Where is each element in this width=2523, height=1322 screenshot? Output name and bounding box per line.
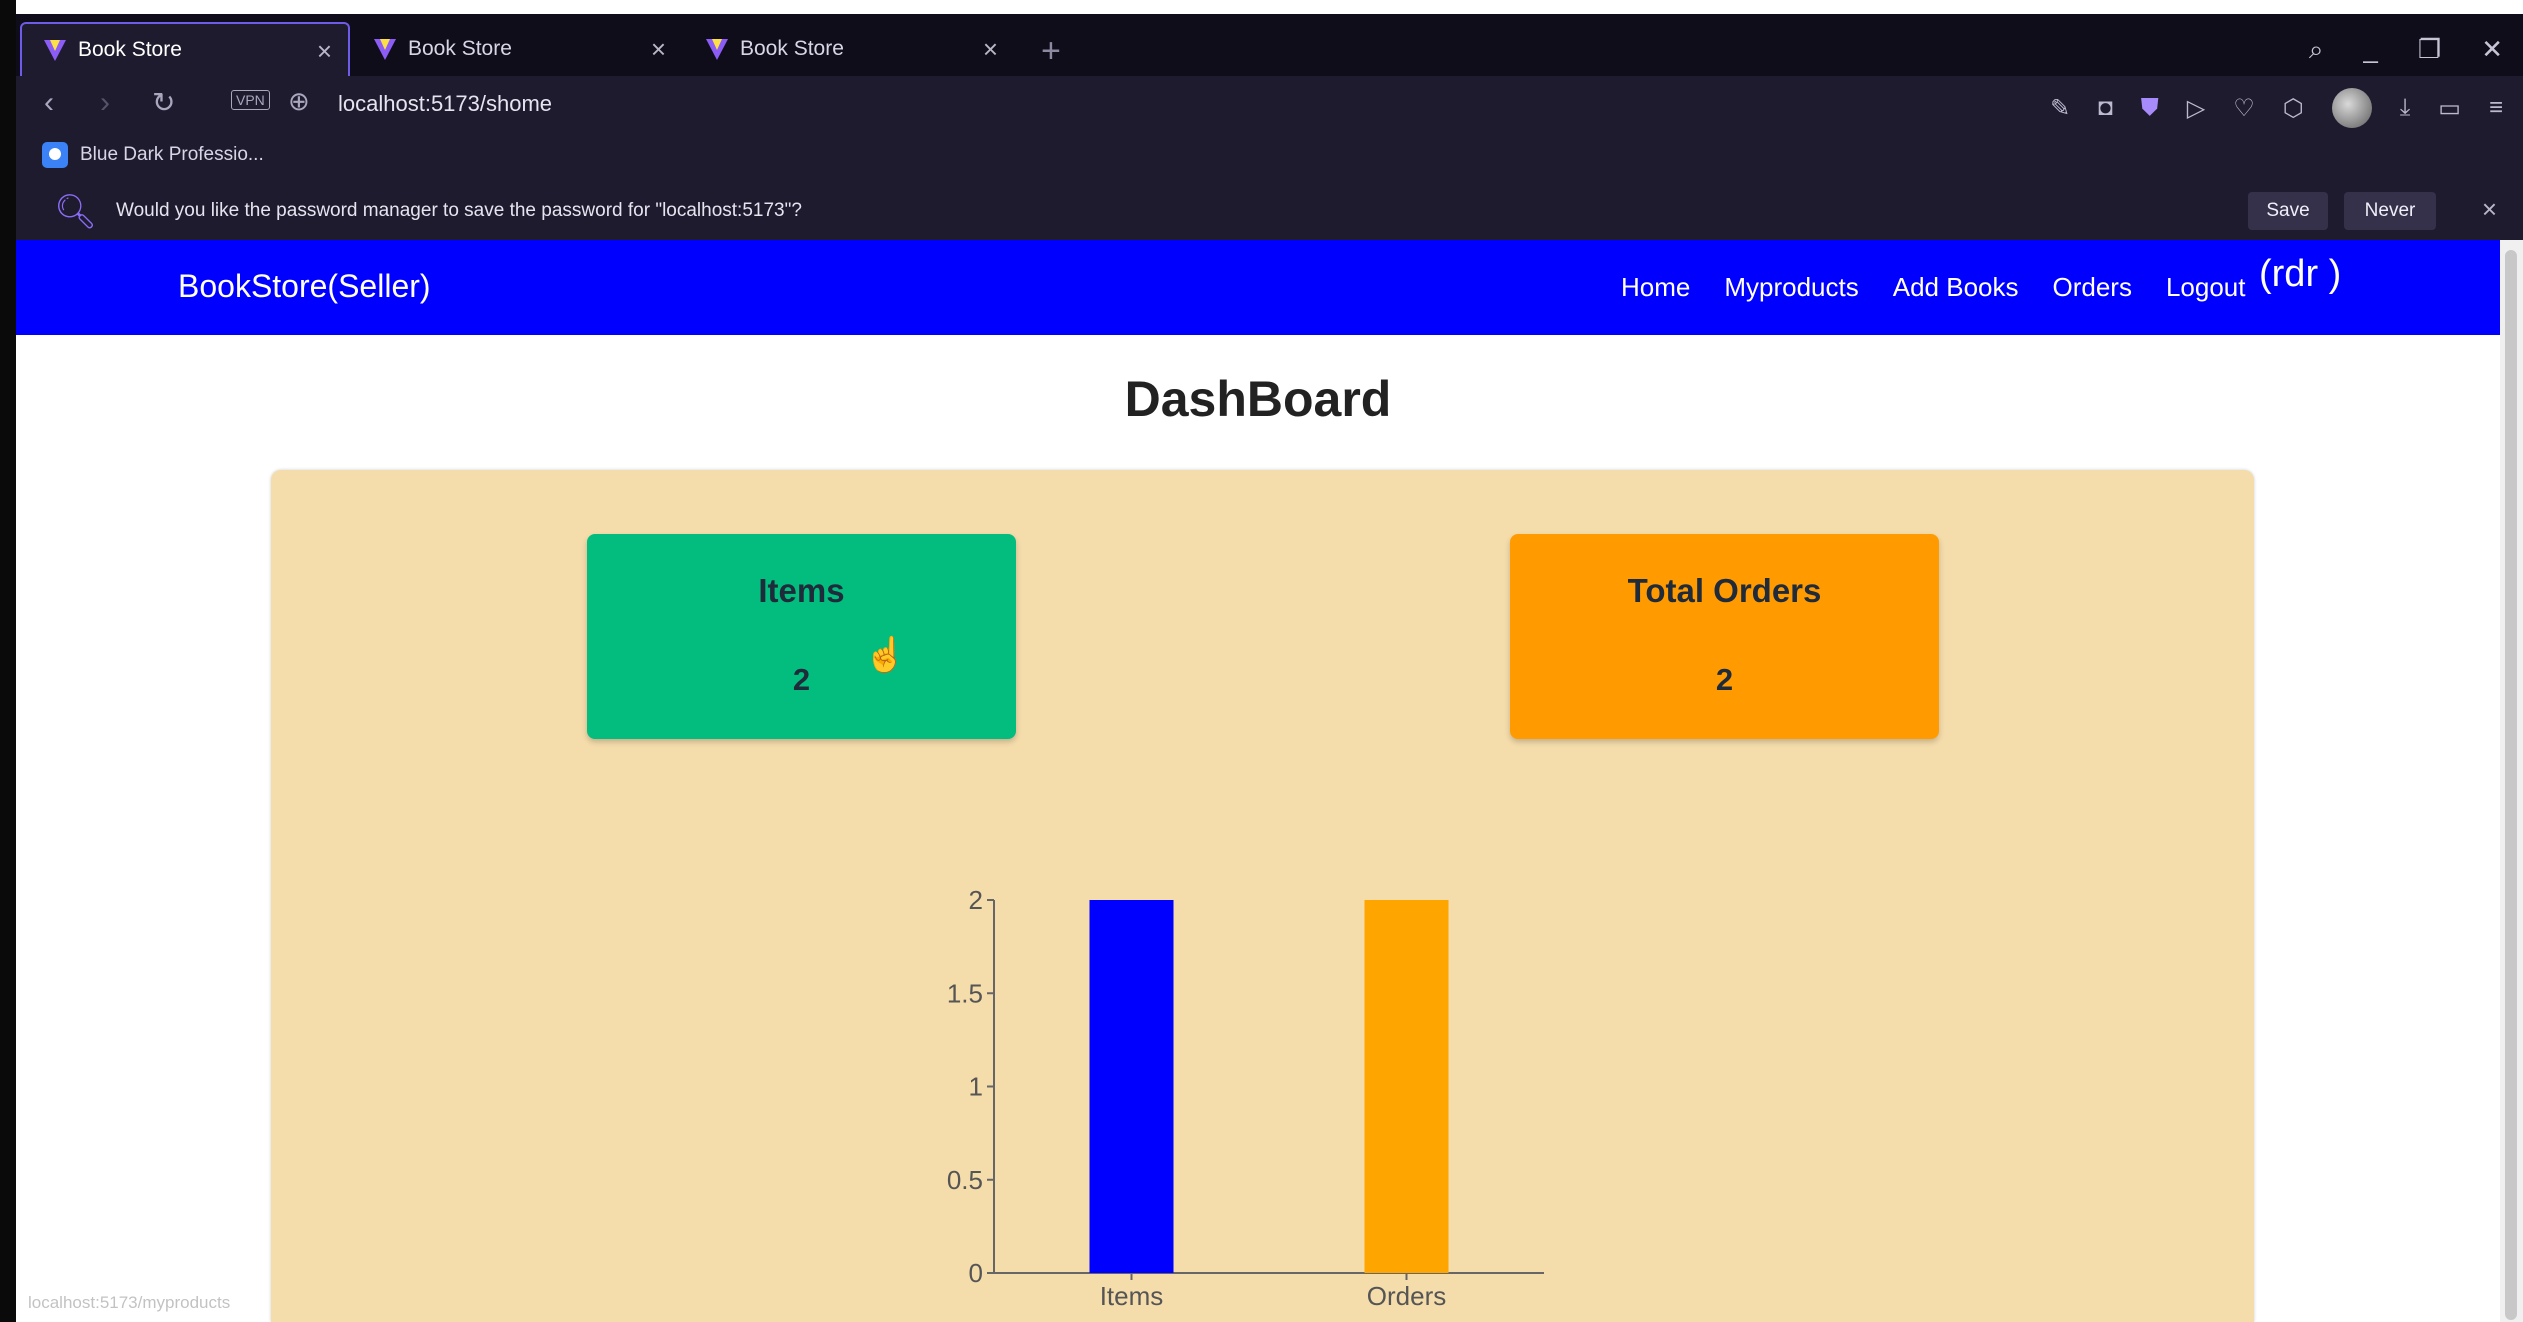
orders-card: Total Orders 2 — [1510, 534, 1939, 739]
password-prompt-text: Would you like the password manager to s… — [116, 200, 802, 221]
never-save-button[interactable]: Never — [2344, 192, 2436, 230]
tab-close-icon[interactable]: × — [317, 36, 332, 67]
new-tab-icon[interactable]: + — [1041, 32, 1061, 71]
bar-orders — [1364, 900, 1449, 1273]
bookmark-favicon-icon — [42, 142, 68, 168]
restore-icon[interactable]: ❐ — [2418, 34, 2441, 66]
y-tick-label: 2 — [969, 885, 983, 915]
vite-favicon-icon — [372, 36, 398, 62]
tab-title: Book Store — [740, 37, 844, 60]
orders-card-value: 2 — [1715, 662, 1734, 697]
hand-cursor-icon: ☝ — [864, 636, 907, 674]
nav-logout[interactable]: Logout — [2166, 272, 2246, 303]
bar-items — [1089, 900, 1174, 1273]
extensions-icon[interactable]: ⬡ — [2283, 94, 2304, 123]
shield-icon[interactable]: ⛊ — [2141, 94, 2159, 122]
site-info-icon[interactable]: ⊕ — [288, 86, 310, 117]
bookmark-item[interactable]: Blue Dark Professio... — [42, 142, 264, 168]
bar-chart-svg: 0 0.5 1 1.5 2 Items Orders — [947, 885, 1544, 1311]
edit-icon[interactable]: ✎ — [2050, 94, 2070, 123]
tab-close-icon[interactable]: × — [983, 34, 998, 65]
vpn-badge[interactable]: VPN — [231, 90, 270, 110]
nav-links: Home Myproducts Add Books Orders Logout — [1621, 272, 2246, 303]
dashboard-bar-chart: 0 0.5 1 1.5 2 Items Orders — [920, 880, 1560, 1322]
items-card: Items 2 — [587, 534, 1016, 739]
download-icon[interactable]: ⤓ — [2400, 94, 2411, 122]
close-icon[interactable]: × — [2482, 194, 2497, 225]
reload-icon[interactable]: ↻ — [152, 86, 175, 119]
y-tick-label: 1.5 — [947, 978, 983, 1008]
save-password-button[interactable]: Save — [2248, 192, 2328, 230]
scrollbar-thumb[interactable] — [2505, 250, 2517, 1320]
x-tick-label: Orders — [1367, 1281, 1446, 1311]
tab-book-store-2[interactable]: Book Store × — [352, 22, 682, 76]
minimize-icon[interactable]: _ — [2363, 34, 2377, 66]
nav-home[interactable]: Home — [1621, 272, 1690, 303]
back-icon[interactable]: ‹ — [44, 86, 54, 120]
y-tick-label: 0 — [969, 1258, 983, 1288]
vite-favicon-icon — [704, 36, 730, 62]
window-top-edge — [0, 0, 2523, 14]
tab-title: Book Store — [78, 38, 182, 61]
close-window-icon[interactable]: ✕ — [2481, 34, 2503, 66]
address-input[interactable]: localhost:5173/shome — [338, 91, 552, 117]
brand-title[interactable]: BookStore(Seller) — [178, 268, 431, 305]
camera-icon[interactable]: ◘ — [2098, 94, 2113, 122]
key-icon: 🔍︎ — [54, 193, 98, 231]
x-tick-label: Items — [1100, 1281, 1164, 1311]
heart-icon[interactable]: ♡ — [2233, 94, 2255, 123]
forward-icon[interactable]: › — [100, 86, 110, 120]
send-icon[interactable]: ▷ — [2187, 94, 2205, 123]
items-card-title: Items — [758, 572, 845, 609]
page-scrollbar[interactable] — [2500, 240, 2523, 1322]
window-left-edge — [0, 0, 16, 1322]
address-bar-row: ‹ › ↻ VPN ⊕ localhost:5173/shome ✎ ◘ ⛊ ▷… — [16, 76, 2523, 132]
window-controls: ⌕ _ ❐ ✕ — [2309, 34, 2503, 66]
tab-book-store-1[interactable]: Book Store × — [20, 22, 350, 76]
tab-book-store-3[interactable]: Book Store × — [684, 22, 1014, 76]
nav-add-books[interactable]: Add Books — [1893, 272, 2019, 303]
bookmark-label: Blue Dark Professio... — [80, 144, 264, 165]
tab-strip: Book Store × Book Store × Book Store × +… — [16, 14, 2523, 76]
avatar[interactable] — [2331, 88, 2372, 128]
search-tabs-icon[interactable]: ⌕ — [2309, 34, 2324, 66]
toolbar-icons: ✎ ◘ ⛊ ▷ ♡ ⬡ ⤓ ▭ ≡ — [2050, 88, 2503, 128]
items-card-value: 2 — [792, 662, 811, 697]
bookmarks-bar: Blue Dark Professio... — [16, 132, 2523, 180]
page-title: DashBoard — [1124, 371, 1392, 427]
vite-favicon-icon — [42, 37, 68, 63]
tab-close-icon[interactable]: × — [651, 34, 666, 65]
orders-card-title: Total Orders — [1627, 572, 1822, 609]
tab-title: Book Store — [408, 37, 512, 60]
y-tick-label: 0.5 — [947, 1165, 983, 1195]
browser-chrome: Book Store × Book Store × Book Store × +… — [0, 0, 2523, 240]
nav-myproducts[interactable]: Myproducts — [1724, 272, 1858, 303]
battery-icon[interactable]: ▭ — [2438, 94, 2461, 123]
password-save-bar: 🔍︎ Would you like the password manager t… — [16, 180, 2523, 240]
nav-orders[interactable]: Orders — [2053, 272, 2132, 303]
menu-icon[interactable]: ≡ — [2489, 94, 2503, 122]
user-name: (rdr ) — [2259, 253, 2342, 295]
link-status-hint: localhost:5173/myproducts — [28, 1293, 231, 1312]
app-navbar: BookStore(Seller) Home Myproducts Add Bo… — [16, 240, 2500, 335]
y-tick-label: 1 — [969, 1072, 983, 1102]
